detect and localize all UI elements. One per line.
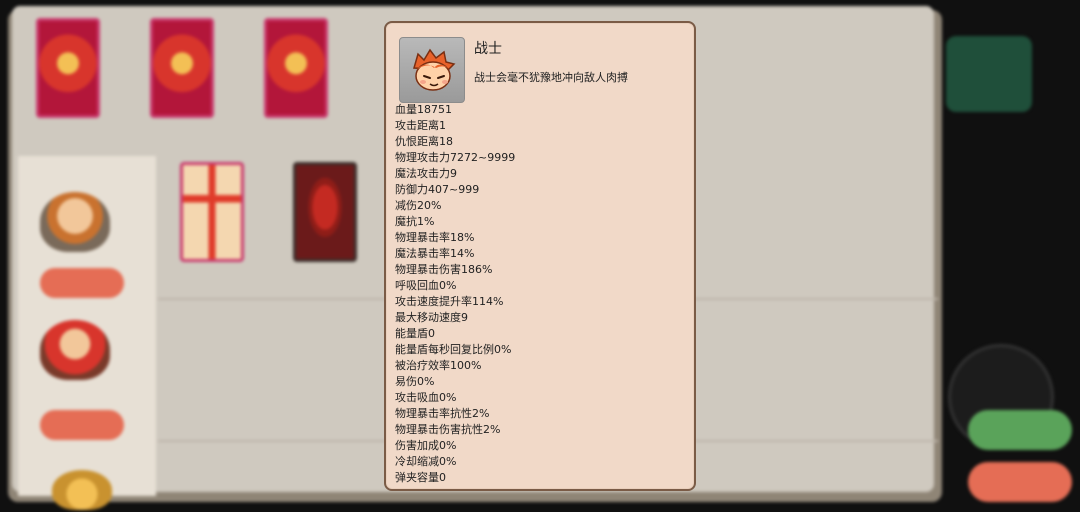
stat-magic-attack: 魔法攻击力9 bbox=[395, 167, 457, 180]
stats-list: 血量18751 攻击距离1 仇恨距离18 物理攻击力7272~9999 魔法攻击… bbox=[395, 102, 515, 486]
stat-lifesteal: 攻击吸血0% bbox=[395, 391, 457, 404]
card-slot-2[interactable] bbox=[150, 18, 214, 118]
stat-defense: 防御力407~999 bbox=[395, 183, 480, 196]
stat-attack-range: 攻击距离1 bbox=[395, 119, 446, 132]
warrior-portrait-drawing bbox=[413, 48, 456, 91]
hero-description: 战士会毫不犹豫地冲向敌人肉搏 bbox=[474, 71, 628, 84]
stat-physical-crit-damage: 物理暴击伤害186% bbox=[395, 263, 493, 276]
stat-heal-efficiency: 被治疗效率100% bbox=[395, 359, 482, 372]
stat-shield-regen: 能量盾每秒回复比例0% bbox=[395, 343, 512, 356]
stat-magic-crit-rate: 魔法暴击率14% bbox=[395, 247, 475, 260]
gem-button[interactable] bbox=[946, 36, 1032, 112]
hero-action-button-2[interactable] bbox=[40, 410, 124, 440]
stat-breath-regen: 呼吸回血0% bbox=[395, 279, 457, 292]
equipment-card-2[interactable] bbox=[293, 162, 357, 262]
stat-move-speed: 最大移动速度9 bbox=[395, 311, 468, 324]
stat-hp: 血量18751 bbox=[395, 103, 452, 116]
hero-name: 战士 bbox=[474, 41, 502, 57]
stat-aggro-range: 仇恨距离18 bbox=[395, 135, 453, 148]
card-slot-3[interactable] bbox=[264, 18, 328, 118]
stat-attack-speed: 攻击速度提升率114% bbox=[395, 295, 504, 308]
hero-action-button-1[interactable] bbox=[40, 268, 124, 298]
stat-damage-bonus: 伤害加成0% bbox=[395, 439, 457, 452]
hero-avatar-warrior[interactable] bbox=[40, 192, 110, 252]
stat-clip-capacity: 弹夹容量0 bbox=[395, 471, 446, 484]
card-slot-1[interactable] bbox=[36, 18, 100, 118]
stat-energy-shield: 能量盾0 bbox=[395, 327, 435, 340]
stat-crit-rate-resist: 物理暴击率抗性2% bbox=[395, 407, 490, 420]
stat-vulnerability: 易伤0% bbox=[395, 375, 435, 388]
stat-physical-attack: 物理攻击力7272~9999 bbox=[395, 151, 516, 164]
hero-avatar-2[interactable] bbox=[40, 320, 110, 380]
equipment-card-1[interactable] bbox=[180, 162, 244, 262]
stat-damage-reduction: 减伤20% bbox=[395, 199, 442, 212]
red-action-button[interactable] bbox=[968, 462, 1072, 502]
green-action-button[interactable] bbox=[968, 410, 1072, 450]
warrior-face-icon bbox=[399, 37, 465, 103]
stat-physical-crit-rate: 物理暴击率18% bbox=[395, 231, 475, 244]
stat-cooldown-reduction: 冷却缩减0% bbox=[395, 455, 457, 468]
hero-detail-panel: 战士 战士会毫不犹豫地冲向敌人肉搏 血量18751 攻击距离1 仇恨距离18 物… bbox=[384, 21, 696, 491]
stat-crit-damage-resist: 物理暴击伤害抗性2% bbox=[395, 423, 501, 436]
stat-magic-resist: 魔抗1% bbox=[395, 215, 435, 228]
hero-avatar-3[interactable] bbox=[52, 470, 112, 510]
